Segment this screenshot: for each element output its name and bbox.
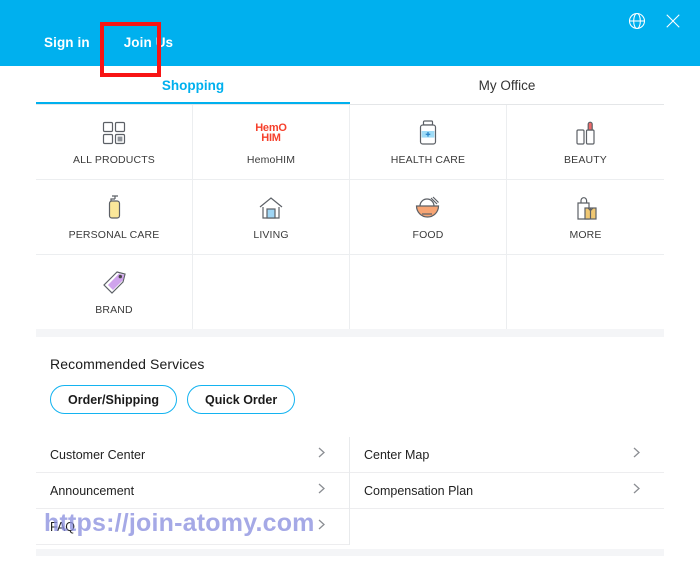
category-label: HemoHIM (246, 154, 296, 167)
grid-squares-icon (101, 118, 127, 148)
category-label: LIVING (253, 229, 289, 242)
join-us-link[interactable]: Join Us (124, 36, 173, 50)
category-more[interactable]: MORE (507, 180, 664, 255)
category-grid-wrapper: ALL PRODUCTS HemO HIM HemoHIM HEALTH CAR… (36, 104, 664, 330)
category-beauty[interactable]: BEAUTY (507, 105, 664, 180)
category-personal-care[interactable]: PERSONAL CARE (36, 180, 193, 255)
category-grid-filler (507, 255, 664, 330)
category-food[interactable]: FOOD (350, 180, 507, 255)
footer-link-column-left: Customer Center Announcement FAQ (36, 437, 350, 545)
house-icon (257, 193, 285, 223)
recommended-services-title: Recommended Services (50, 356, 205, 372)
recommended-services-chip-group: Order/Shipping Quick Order (50, 385, 296, 414)
category-label: ALL PRODUCTS (73, 154, 155, 167)
list-item-faq[interactable]: FAQ (36, 509, 349, 545)
list-item-announcement[interactable]: Announcement (36, 473, 349, 509)
chevron-right-icon (631, 482, 642, 500)
category-label: PERSONAL CARE (68, 229, 160, 242)
category-all-products[interactable]: ALL PRODUCTS (36, 105, 193, 180)
list-item-customer-center[interactable]: Customer Center (36, 437, 349, 473)
top-bar: Sign in Join Us (0, 0, 700, 66)
chevron-right-icon (316, 446, 327, 464)
category-grid-filler (193, 255, 350, 330)
footer-link-column-right-filler (350, 509, 664, 545)
lipstick-icon (573, 118, 599, 148)
tab-shopping[interactable]: Shopping (36, 66, 350, 104)
footer-link-column-right: Center Map Compensation Plan (350, 437, 664, 545)
app-root: Sign in Join Us Shopping My Office ALL P… (0, 0, 700, 577)
hemohim-logo-text: HemO HIM (255, 123, 287, 145)
category-grid: ALL PRODUCTS HemO HIM HemoHIM HEALTH CAR… (36, 105, 664, 330)
main-tabs: Shopping My Office (36, 66, 664, 104)
category-label: FOOD (412, 229, 444, 242)
category-living[interactable]: LIVING (193, 180, 350, 255)
hemohim-logo-line2: HIM (261, 132, 281, 145)
list-item-label: Customer Center (50, 447, 146, 462)
category-label: BRAND (95, 304, 133, 317)
noodle-bowl-icon (413, 193, 443, 223)
category-label: MORE (569, 229, 602, 242)
category-label: HEALTH CARE (390, 154, 466, 167)
list-item-center-map[interactable]: Center Map (350, 437, 664, 473)
pump-bottle-icon (101, 193, 127, 223)
chip-label: Quick Order (204, 392, 278, 407)
tab-shopping-label: Shopping (161, 77, 225, 93)
chip-label: Order/Shipping (68, 392, 159, 407)
footer-divider-band (36, 549, 664, 556)
hemohim-logo-icon: HemO HIM (255, 118, 287, 148)
category-health-care[interactable]: HEALTH CARE (350, 105, 507, 180)
auth-link-group: Sign in Join Us (44, 36, 173, 50)
list-item-label: Compensation Plan (364, 483, 474, 498)
list-item-label: Center Map (364, 447, 430, 462)
list-item-compensation-plan[interactable]: Compensation Plan (350, 473, 664, 509)
category-brand[interactable]: BRAND (36, 255, 193, 330)
chip-quick-order[interactable]: Quick Order (186, 385, 296, 414)
list-item-label: Announcement (50, 483, 135, 498)
close-icon[interactable] (660, 8, 686, 34)
tab-my-office-label: My Office (478, 77, 536, 93)
top-bar-icon-group (624, 8, 686, 34)
footer-link-lists: Customer Center Announcement FAQ Center … (36, 437, 664, 545)
chevron-right-icon (316, 482, 327, 500)
globe-icon[interactable] (624, 8, 650, 34)
chevron-right-icon (316, 518, 327, 536)
sign-in-link[interactable]: Sign in (44, 36, 90, 50)
price-tag-icon (99, 268, 129, 298)
category-hemohim[interactable]: HemO HIM HemoHIM (193, 105, 350, 180)
section-divider-band (36, 329, 664, 337)
list-item-label: FAQ (50, 519, 76, 534)
category-grid-filler (350, 255, 507, 330)
tab-my-office[interactable]: My Office (350, 66, 664, 104)
chip-order-shipping[interactable]: Order/Shipping (50, 385, 177, 414)
pill-bottle-icon (415, 118, 441, 148)
shopping-bag-box-icon (572, 193, 600, 223)
category-label: BEAUTY (564, 154, 607, 167)
chevron-right-icon (631, 446, 642, 464)
